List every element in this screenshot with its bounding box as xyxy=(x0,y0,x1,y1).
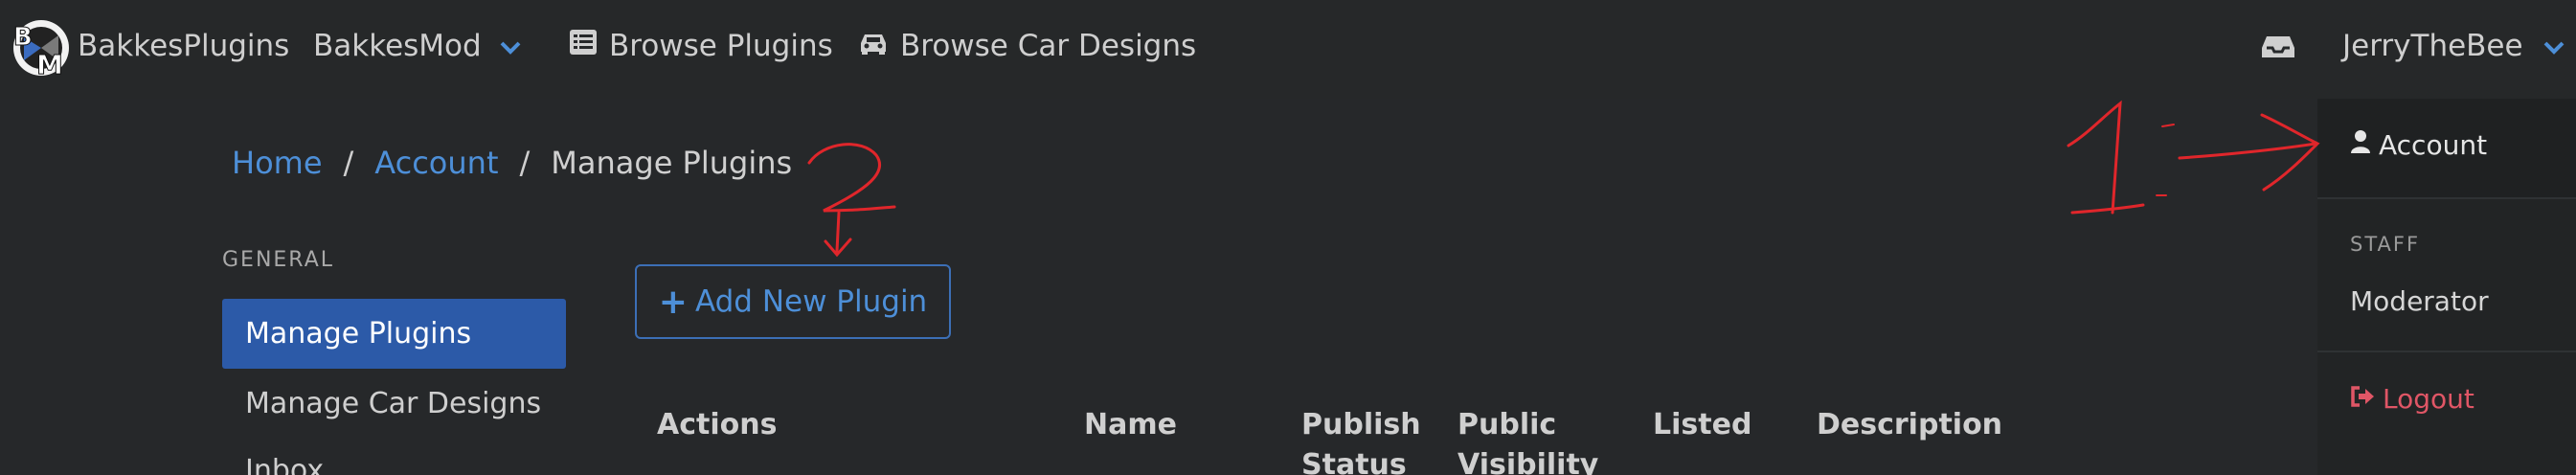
page: B M BakkesPlugins BakkesMod Browse Plugi… xyxy=(0,0,2576,475)
annotation-2 xyxy=(807,143,896,258)
annotation-1 xyxy=(2067,100,2320,215)
annotation-overlay xyxy=(807,100,2320,258)
